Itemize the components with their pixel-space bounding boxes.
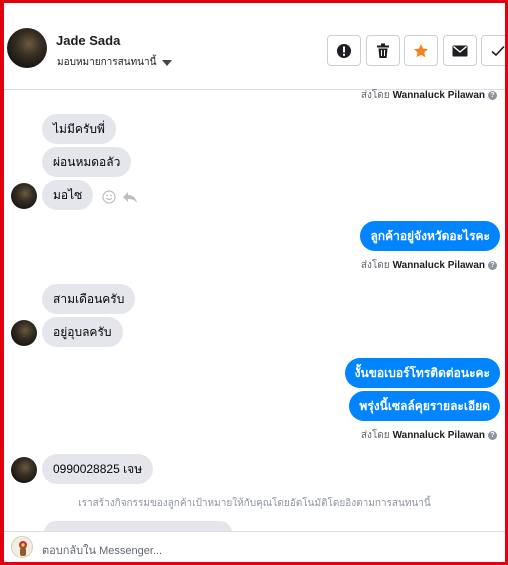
assign-conversation-dropdown[interactable]: มอบหมายการสนทนานี้ — [57, 55, 173, 70]
chevron-down-icon — [162, 59, 173, 66]
mark-spam-button[interactable] — [327, 35, 361, 66]
info-icon[interactable]: ? — [488, 431, 497, 440]
sent-by-prefix: ส่งโดย — [360, 430, 390, 441]
incoming-message[interactable]: ไม่มีครับพี่ — [42, 114, 116, 144]
reply-input[interactable]: ตอบกลับใน Messenger... — [42, 541, 162, 559]
info-icon[interactable]: ? — [488, 91, 497, 100]
star-icon — [414, 43, 428, 57]
incoming-message[interactable]: อยู่อุบลครับ — [42, 317, 123, 347]
sent-by-prefix: ส่งโดย — [360, 90, 390, 101]
trash-icon — [377, 43, 389, 58]
page-logo-icon — [19, 541, 27, 556]
reply-composer: ตอบกลับใน Messenger... — [4, 531, 505, 562]
outgoing-message[interactable]: พรุ่งนี้เซลล์คุยรายละเอียด — [349, 391, 500, 421]
star-button[interactable] — [404, 35, 438, 66]
mark-done-button[interactable] — [481, 35, 505, 66]
info-icon[interactable]: ? — [488, 261, 497, 270]
mark-unread-button[interactable] — [443, 35, 477, 66]
auto-activity-notice: เราสร้างกิจกรรมของลูกค้าเป้าหมายให้กับคุ… — [78, 498, 431, 509]
sent-by-agent: Wannaluck Pilawan — [392, 90, 485, 101]
sent-by-label: ส่งโดย Wannaluck Pilawan ? — [361, 428, 497, 443]
incoming-message[interactable]: สามเดือนครับ — [42, 284, 136, 314]
contact-name[interactable]: Jade Sada — [56, 33, 120, 48]
contact-avatar[interactable] — [7, 28, 47, 68]
sent-by-label: ส่งโดย Wannaluck Pilawan ? — [361, 258, 497, 273]
alert-icon — [337, 43, 351, 58]
contact-avatar-small — [11, 183, 37, 209]
sent-by-label: ส่งโดย Wannaluck Pilawan ? — [361, 88, 497, 103]
conversation-header: Jade Sada มอบหมายการสนทนานี้ — [4, 3, 505, 90]
delete-button[interactable] — [366, 35, 400, 66]
mail-icon — [452, 45, 468, 56]
page-avatar — [11, 536, 33, 558]
conversation-panel: Jade Sada มอบหมายการสนทนานี้ ส่งโดย Wann… — [0, 0, 508, 565]
contact-avatar-small — [11, 457, 37, 483]
check-icon — [491, 45, 505, 56]
reply-icon[interactable] — [122, 191, 138, 204]
message-actions — [102, 190, 138, 204]
incoming-message[interactable]: มอไซ — [42, 180, 94, 210]
sent-by-agent: Wannaluck Pilawan — [392, 260, 485, 271]
incoming-message[interactable]: ผ่อนหมดอลัว — [42, 147, 132, 177]
outgoing-message[interactable]: งั้นขอเบอร์โทรติดต่อนะคะ — [344, 358, 500, 388]
incoming-message[interactable]: 0990028825 เจษ — [42, 454, 154, 484]
contact-avatar-small — [11, 320, 37, 346]
sent-by-prefix: ส่งโดย — [360, 260, 390, 271]
sent-by-agent: Wannaluck Pilawan — [392, 430, 485, 441]
emoji-react-icon[interactable] — [102, 190, 116, 204]
outgoing-message[interactable]: ลูกค้าอยู่จังหวัดอะไรคะ — [360, 221, 500, 251]
assign-conversation-label: มอบหมายการสนทนานี้ — [57, 57, 157, 68]
